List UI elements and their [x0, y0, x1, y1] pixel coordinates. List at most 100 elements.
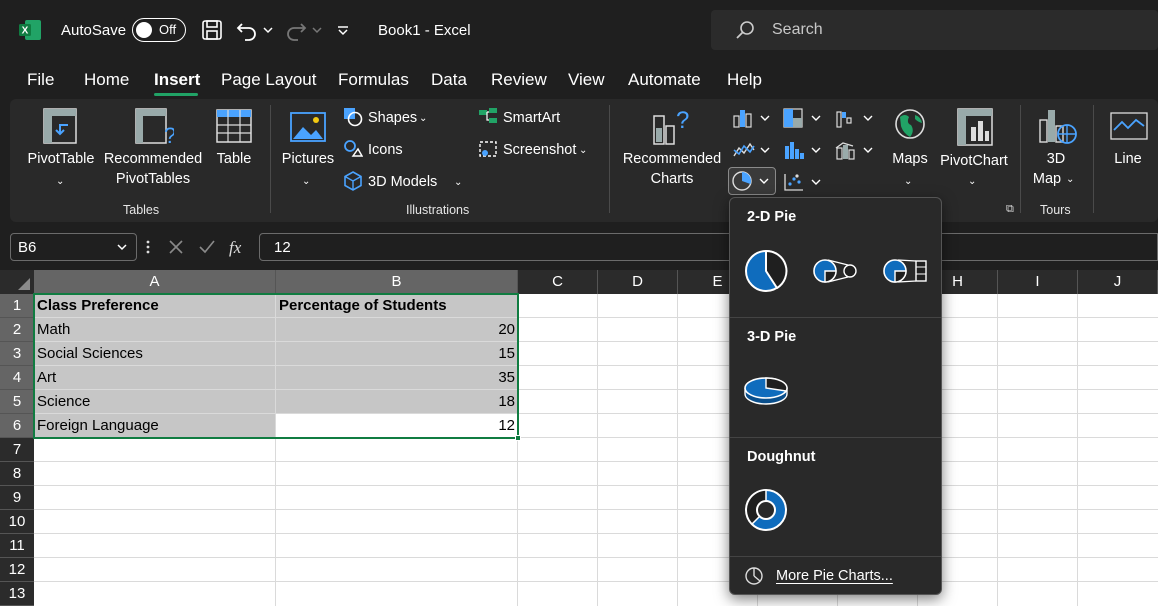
menu-view[interactable]: View [568, 70, 605, 90]
statistic-chart-icon[interactable] [783, 140, 823, 160]
row-header-13[interactable]: 13 [0, 582, 34, 606]
cancel-icon[interactable] [168, 239, 184, 255]
row-header-8[interactable]: 8 [0, 462, 34, 486]
combo-chart-icon[interactable] [835, 140, 875, 160]
menu-home[interactable]: Home [84, 70, 129, 90]
column-header-a[interactable]: A [34, 270, 276, 294]
column-header-c[interactable]: C [518, 270, 598, 294]
pictures-icon[interactable] [289, 111, 327, 143]
screenshot-button[interactable]: Screenshot [503, 140, 576, 160]
smartart-button[interactable]: SmartArt [503, 108, 560, 128]
recommended-charts-icon[interactable]: ? [652, 106, 694, 146]
3d-map-line1[interactable]: 3D [1036, 149, 1076, 169]
doughnut-icon[interactable] [742, 487, 790, 533]
formula-input[interactable]: 12 [259, 233, 1158, 261]
icons-button[interactable]: Icons [368, 140, 403, 160]
fill-handle[interactable] [515, 435, 521, 441]
3d-map-line2[interactable]: Map [1026, 169, 1068, 189]
table-button[interactable]: Table [208, 149, 260, 169]
pictures-button[interactable]: Pictures [278, 149, 338, 169]
redo-dropdown-icon[interactable] [311, 18, 323, 42]
table-icon[interactable] [215, 108, 253, 144]
line-chart-icon[interactable] [732, 140, 772, 160]
menu-automate[interactable]: Automate [628, 70, 701, 90]
waterfall-chart-icon[interactable] [835, 108, 875, 128]
shapes-button[interactable]: Shapes [368, 108, 417, 128]
row-header-5[interactable]: 5 [0, 390, 34, 414]
enter-icon[interactable] [198, 239, 216, 255]
menu-data[interactable]: Data [431, 70, 467, 90]
pivotchart-icon[interactable] [956, 107, 994, 147]
undo-icon[interactable] [236, 18, 258, 42]
bar-of-pie-icon[interactable] [880, 256, 930, 286]
smartart-icon[interactable] [478, 107, 498, 127]
pivotchart-button[interactable]: PivotChart [938, 151, 1010, 171]
more-pie-charts-link[interactable]: More Pie Charts... [776, 568, 893, 584]
row-header-12[interactable]: 12 [0, 558, 34, 582]
pie-2d-icon[interactable] [742, 248, 790, 294]
row-header-6[interactable]: 6 [0, 414, 34, 438]
3d-models-icon[interactable] [343, 171, 363, 191]
recommended-pivottables-line1[interactable]: Recommended [100, 149, 206, 169]
screenshot-icon[interactable] [478, 139, 498, 159]
select-all-triangle-icon [18, 278, 30, 290]
screenshot-dropdown-icon[interactable]: ⌄ [579, 141, 587, 161]
group-separator [1093, 105, 1094, 213]
menu-file[interactable]: File [27, 70, 54, 90]
pivottable-dropdown-icon[interactable]: ⌄ [56, 172, 64, 192]
column-header-b[interactable]: B [276, 270, 518, 294]
charts-dialog-launcher-icon[interactable]: ⧉ [1006, 203, 1014, 216]
pie-3d-icon[interactable] [742, 370, 790, 410]
row-header-3[interactable]: 3 [0, 342, 34, 366]
recommended-charts-line1[interactable]: Recommended [618, 149, 726, 169]
column-chart-icon[interactable] [732, 108, 772, 128]
column-header-j[interactable]: J [1078, 270, 1158, 294]
autosave-toggle[interactable]: Off [132, 18, 186, 42]
maps-icon[interactable] [893, 107, 927, 143]
menu-formulas[interactable]: Formulas [338, 70, 409, 90]
pivottable-button[interactable]: PivotTable [22, 149, 100, 169]
menu-help[interactable]: Help [727, 70, 762, 90]
search-box[interactable]: Search [711, 10, 1158, 50]
3d-map-icon[interactable] [1037, 106, 1077, 148]
column-header-i[interactable]: I [998, 270, 1078, 294]
recommended-pivottables-line2[interactable]: PivotTables [100, 169, 206, 189]
redo-icon[interactable] [285, 18, 307, 42]
shapes-icon[interactable] [343, 107, 363, 127]
save-icon[interactable] [201, 18, 223, 42]
menu-insert[interactable]: Insert [154, 70, 200, 90]
column-header-d[interactable]: D [598, 270, 678, 294]
undo-dropdown-icon[interactable] [262, 18, 274, 42]
hierarchy-chart-icon[interactable] [783, 108, 823, 128]
row-header-9[interactable]: 9 [0, 486, 34, 510]
row-header-4[interactable]: 4 [0, 366, 34, 390]
pie-chart-button[interactable] [728, 167, 776, 195]
recommended-pivottables-icon[interactable]: ? [134, 107, 174, 147]
row-header-2[interactable]: 2 [0, 318, 34, 342]
3d-models-button[interactable]: 3D Models [368, 172, 437, 192]
row-header-10[interactable]: 10 [0, 510, 34, 534]
recommended-charts-line2[interactable]: Charts [618, 169, 726, 189]
menu-page-layout[interactable]: Page Layout [221, 70, 316, 90]
row-header-1[interactable]: 1 [0, 294, 34, 318]
icons-icon[interactable] [343, 139, 363, 159]
pie-of-pie-icon[interactable] [810, 256, 860, 286]
row-header-7[interactable]: 7 [0, 438, 34, 462]
more-options-icon[interactable] [145, 239, 151, 255]
line-sparkline-button[interactable]: Line [1108, 149, 1148, 169]
name-box[interactable]: B6 [10, 233, 137, 261]
3d-map-dropdown-icon[interactable]: ⌄ [1066, 170, 1074, 190]
shapes-dropdown-icon[interactable]: ⌄ [419, 109, 427, 129]
row-header-11[interactable]: 11 [0, 534, 34, 558]
insert-function-icon[interactable]: fx [228, 236, 250, 258]
line-sparkline-icon[interactable] [1110, 112, 1148, 140]
maps-dropdown-icon[interactable]: ⌄ [904, 172, 912, 192]
pictures-dropdown-icon[interactable]: ⌄ [302, 172, 310, 192]
maps-button[interactable]: Maps [884, 149, 936, 169]
scatter-chart-icon[interactable] [783, 172, 823, 192]
3d-models-dropdown-icon[interactable]: ⌄ [454, 173, 462, 193]
customize-toolbar-icon[interactable] [336, 18, 350, 42]
menu-review[interactable]: Review [491, 70, 547, 90]
pivottable-icon[interactable] [42, 107, 78, 145]
pivotchart-dropdown-icon[interactable]: ⌄ [968, 172, 976, 192]
